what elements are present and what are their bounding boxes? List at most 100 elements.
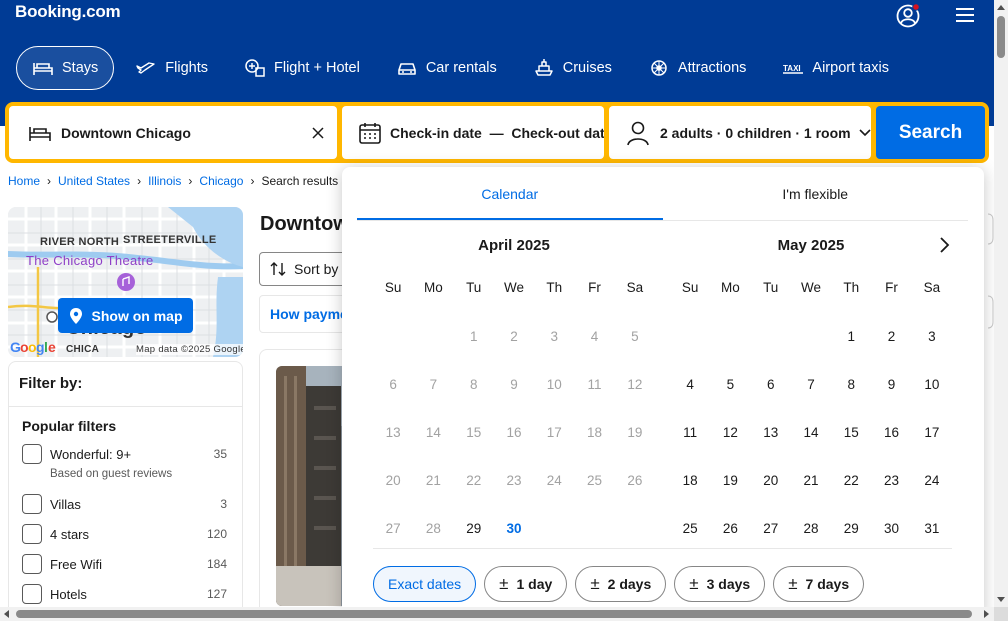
sort-button[interactable]: Sort by	[259, 252, 354, 286]
filter-count: 3	[220, 497, 227, 511]
search-button[interactable]: Search	[876, 106, 985, 159]
product-nav: Stays Flights Flight + Hotel Car rentals…	[16, 46, 910, 90]
sort-label: Sort by	[294, 261, 339, 277]
booking-logo[interactable]: Booking.com	[15, 2, 121, 22]
guests-field[interactable]: 2 adults · 0 children · 1 room	[609, 106, 871, 159]
scroll-up-icon[interactable]	[997, 5, 1005, 10]
calendar-day: 9	[510, 377, 518, 392]
breadcrumb: Home › United States › Illinois › Chicag…	[8, 174, 338, 188]
vertical-scrollbar[interactable]	[994, 0, 1008, 607]
scrollbar-thumb[interactable]	[16, 610, 972, 618]
filter-wonderful[interactable]: Wonderful: 9+ 35	[22, 443, 227, 465]
horizontal-scrollbar[interactable]	[0, 607, 994, 621]
nav-airport-taxis[interactable]: TAXI Airport taxis	[767, 46, 904, 90]
checkbox[interactable]	[22, 554, 42, 574]
checkbox[interactable]	[22, 524, 42, 544]
nav-flight-hotel[interactable]: Flight + Hotel	[229, 46, 375, 90]
calendar-day[interactable]: 8	[831, 361, 871, 409]
breadcrumb-city[interactable]: Chicago	[199, 174, 243, 188]
calendar-day[interactable]: 18	[670, 457, 710, 505]
calendar-day[interactable]: 21	[791, 457, 831, 505]
scrollbar-thumb[interactable]	[997, 16, 1005, 58]
map-preview[interactable]: RIVER NORTH STREETERVILLE The Chicago Th…	[8, 207, 243, 357]
next-month-arrow-icon[interactable]	[934, 235, 954, 255]
calendar-day[interactable]: 30	[871, 505, 911, 553]
calendar-day[interactable]: 10	[912, 361, 952, 409]
chip-label: 3 days	[706, 576, 751, 592]
tab-calendar[interactable]: Calendar	[357, 167, 663, 220]
nav-car-rentals[interactable]: Car rentals	[381, 46, 512, 90]
calendar-day[interactable]: 2	[871, 313, 911, 361]
how-payment-works-link[interactable]: How payment works	[259, 295, 354, 333]
destination-field[interactable]: Downtown Chicago	[9, 106, 337, 159]
checkbox[interactable]	[22, 584, 42, 604]
calendar-day[interactable]: 23	[871, 457, 911, 505]
calendar-day[interactable]: 24	[912, 457, 952, 505]
dates-field[interactable]: Check-in date — Check-out date	[342, 106, 604, 159]
hamburger-menu-icon[interactable]	[954, 6, 976, 24]
checkbox[interactable]	[22, 494, 42, 514]
calendar-day[interactable]: 27	[751, 505, 791, 553]
user-account-icon[interactable]	[896, 2, 922, 28]
scroll-right-icon[interactable]	[984, 610, 989, 618]
calendar-day: 4	[590, 329, 599, 344]
calendar-day[interactable]: 1	[831, 313, 871, 361]
filter-4-stars[interactable]: 4 stars 120	[22, 523, 227, 545]
guests-value: 2 adults · 0 children · 1 room	[660, 124, 851, 141]
flex-7-days[interactable]: ±7 days	[773, 566, 865, 602]
flex-2-days[interactable]: ±2 days	[575, 566, 667, 602]
calendar-day[interactable]: 7	[791, 361, 831, 409]
calendar-day[interactable]: 30	[494, 505, 534, 553]
calendar-day[interactable]: 4	[670, 361, 710, 409]
flex-3-days[interactable]: ±3 days	[674, 566, 766, 602]
tab-flexible[interactable]: I'm flexible	[663, 167, 969, 220]
filter-villas[interactable]: Villas 3	[22, 493, 227, 515]
nav-attractions[interactable]: Attractions	[633, 46, 762, 90]
flex-1-day[interactable]: ±1 day	[484, 566, 568, 602]
calendar-day[interactable]: 16	[871, 409, 911, 457]
week-row: 6 7 8 9 10 11 12	[373, 361, 655, 409]
hotel-card[interactable]	[259, 349, 354, 621]
weekday-label: Fr	[588, 280, 601, 295]
calendar-day[interactable]: 20	[751, 457, 791, 505]
calendar-day[interactable]: 19	[710, 457, 750, 505]
filter-hotels[interactable]: Hotels 127	[22, 583, 227, 605]
results-title: Downtown Chicago	[260, 213, 342, 235]
calendar-day[interactable]: 5	[710, 361, 750, 409]
calendar-day[interactable]: 11	[670, 409, 710, 457]
calendar-day[interactable]: 31	[912, 505, 952, 553]
scroll-down-icon[interactable]	[997, 597, 1005, 602]
show-on-map-button[interactable]: Show on map	[58, 298, 193, 333]
checkbox[interactable]	[22, 444, 42, 464]
calendar-day[interactable]: 6	[751, 361, 791, 409]
calendar-day[interactable]: 28	[791, 505, 831, 553]
calendar-day[interactable]: 13	[751, 409, 791, 457]
calendar-icon	[359, 122, 381, 144]
filter-free-wifi[interactable]: Free Wifi 184	[22, 553, 227, 575]
nav-cruises[interactable]: Cruises	[518, 46, 627, 90]
nav-stays[interactable]: Stays	[16, 46, 115, 90]
calendar-day[interactable]: 25	[670, 505, 710, 553]
map-attribution: Map data ©2025 Google	[136, 344, 243, 355]
clear-icon[interactable]	[311, 126, 325, 140]
calendar-day: 10	[546, 377, 562, 392]
map-label-river-north: RIVER NORTH	[40, 236, 120, 248]
calendar-day[interactable]: 26	[710, 505, 750, 553]
calendar-day[interactable]: 29	[831, 505, 871, 553]
calendar-day[interactable]: 9	[871, 361, 911, 409]
calendar-day[interactable]: 29	[454, 505, 494, 553]
calendar-day[interactable]: 12	[710, 409, 750, 457]
calendar-day[interactable]: 22	[831, 457, 871, 505]
calendar-day[interactable]: 17	[912, 409, 952, 457]
breadcrumb-country[interactable]: United States	[58, 174, 130, 188]
flex-exact-dates[interactable]: Exact dates	[373, 566, 477, 602]
calendar-day[interactable]: 15	[831, 409, 871, 457]
sort-icon	[270, 262, 286, 276]
calendar-day: 5	[631, 329, 639, 344]
nav-flights[interactable]: Flights	[120, 46, 223, 90]
breadcrumb-home[interactable]: Home	[8, 174, 40, 188]
scroll-left-icon[interactable]	[4, 610, 9, 618]
breadcrumb-state[interactable]: Illinois	[148, 174, 181, 188]
calendar-day[interactable]: 14	[791, 409, 831, 457]
calendar-day[interactable]: 3	[912, 313, 952, 361]
